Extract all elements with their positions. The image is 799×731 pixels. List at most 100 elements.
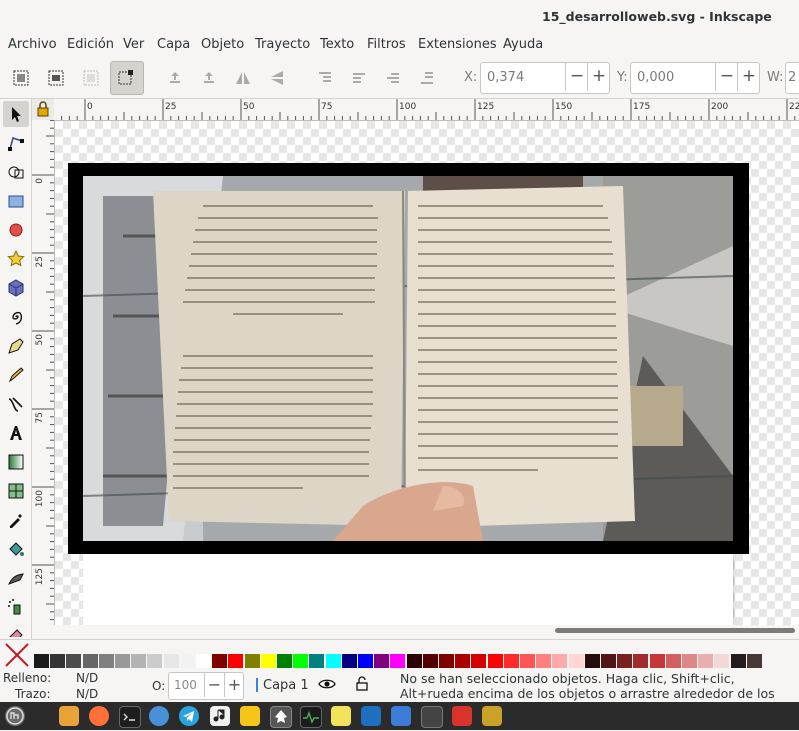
rectangle-tool[interactable] bbox=[3, 188, 29, 214]
x-input[interactable] bbox=[481, 63, 573, 91]
color-swatch[interactable] bbox=[406, 654, 422, 668]
color-swatch[interactable] bbox=[698, 654, 714, 668]
color-swatch[interactable] bbox=[131, 654, 147, 668]
vscode-icon[interactable] bbox=[361, 706, 381, 726]
color-swatch[interactable] bbox=[617, 654, 633, 668]
3d-box-tool[interactable] bbox=[3, 275, 29, 301]
opacity-increment-button[interactable]: + bbox=[224, 673, 244, 697]
color-swatch[interactable] bbox=[212, 654, 228, 668]
lower-to-bottom-button[interactable] bbox=[412, 63, 442, 93]
guide-lock-toggle[interactable] bbox=[32, 99, 54, 120]
raise-to-top-button[interactable] bbox=[310, 63, 340, 93]
screenshot-icon[interactable] bbox=[452, 706, 472, 726]
color-swatch[interactable] bbox=[601, 654, 616, 668]
x-increment-button[interactable]: + bbox=[587, 63, 610, 91]
color-swatch[interactable] bbox=[309, 654, 325, 668]
w-input[interactable] bbox=[786, 63, 799, 91]
lower-button[interactable] bbox=[378, 63, 408, 93]
menu-trayecto[interactable]: Trayecto bbox=[255, 37, 310, 52]
color-swatch[interactable] bbox=[487, 654, 503, 668]
app-icon[interactable] bbox=[482, 706, 502, 726]
select-all-layers-button[interactable] bbox=[41, 63, 71, 93]
color-swatch[interactable] bbox=[390, 654, 406, 668]
music-icon[interactable] bbox=[210, 706, 230, 726]
opacity-input[interactable] bbox=[169, 673, 209, 697]
color-swatch[interactable] bbox=[714, 654, 730, 668]
color-swatch[interactable] bbox=[98, 654, 114, 668]
calligraphy-tool[interactable] bbox=[3, 391, 29, 417]
color-swatch[interactable] bbox=[358, 654, 373, 668]
color-swatch[interactable] bbox=[471, 654, 487, 668]
color-swatch[interactable] bbox=[66, 654, 82, 668]
horizontal-scrollbar[interactable] bbox=[55, 625, 799, 637]
raise-button[interactable] bbox=[344, 63, 374, 93]
color-swatch[interactable] bbox=[568, 654, 584, 668]
fill-value[interactable]: N/D bbox=[76, 671, 98, 685]
select-all-button[interactable] bbox=[6, 63, 36, 93]
dropper-tool[interactable] bbox=[3, 507, 29, 533]
image-frame[interactable] bbox=[68, 163, 749, 554]
menu-extensiones[interactable]: Extensiones bbox=[418, 37, 497, 52]
flip-horizontal-button[interactable] bbox=[228, 63, 258, 93]
color-swatch[interactable] bbox=[520, 654, 535, 668]
touch-select-button[interactable] bbox=[110, 61, 144, 95]
color-swatch[interactable] bbox=[50, 654, 66, 668]
unlock-icon[interactable] bbox=[356, 676, 368, 691]
menu-icon[interactable] bbox=[5, 706, 25, 726]
color-swatch[interactable] bbox=[649, 654, 665, 668]
monitor-icon[interactable] bbox=[300, 706, 322, 728]
y-increment-button[interactable]: + bbox=[737, 63, 760, 91]
color-swatch[interactable] bbox=[325, 654, 341, 668]
color-swatch[interactable] bbox=[730, 654, 746, 668]
color-swatch[interactable] bbox=[746, 654, 762, 668]
files-icon[interactable] bbox=[59, 706, 79, 726]
node-tool[interactable] bbox=[3, 130, 29, 156]
eraser-tool[interactable] bbox=[3, 621, 29, 637]
deselect-button[interactable] bbox=[76, 63, 106, 93]
menu-filtros[interactable]: Filtros bbox=[367, 37, 406, 52]
camera-icon[interactable] bbox=[391, 706, 411, 726]
menu-texto[interactable]: Texto bbox=[320, 37, 354, 52]
y-input[interactable] bbox=[631, 63, 723, 91]
stroke-value[interactable]: N/D bbox=[76, 687, 98, 701]
rotate-ccw-button[interactable] bbox=[160, 63, 190, 93]
color-swatch[interactable] bbox=[439, 654, 454, 668]
firefox-icon[interactable] bbox=[89, 706, 109, 726]
terminal-icon[interactable] bbox=[119, 706, 141, 728]
text-tool[interactable] bbox=[3, 420, 29, 446]
color-swatch[interactable] bbox=[455, 654, 471, 668]
color-swatch[interactable] bbox=[34, 654, 49, 668]
shape-builder-tool[interactable] bbox=[3, 159, 29, 185]
color-swatch[interactable] bbox=[341, 654, 357, 668]
color-swatch[interactable] bbox=[196, 654, 211, 668]
opacity-decrement-button[interactable]: − bbox=[204, 673, 224, 697]
color-swatch[interactable] bbox=[293, 654, 309, 668]
notes-icon[interactable] bbox=[331, 706, 351, 726]
rotate-cw-button[interactable] bbox=[194, 63, 224, 93]
flip-vertical-button[interactable] bbox=[262, 63, 292, 93]
spray-tool[interactable] bbox=[3, 594, 29, 620]
browser-icon[interactable] bbox=[149, 706, 169, 726]
telegram-icon[interactable] bbox=[179, 706, 199, 726]
color-swatch[interactable] bbox=[422, 654, 438, 668]
color-swatch[interactable] bbox=[552, 654, 568, 668]
color-swatch[interactable] bbox=[374, 654, 390, 668]
menu-objeto[interactable]: Objeto bbox=[201, 37, 244, 52]
ellipse-tool[interactable] bbox=[3, 217, 29, 243]
color-swatch[interactable] bbox=[682, 654, 697, 668]
menu-archivo[interactable]: Archivo bbox=[8, 37, 57, 52]
calculator-icon[interactable] bbox=[421, 706, 443, 728]
color-swatch[interactable] bbox=[115, 654, 130, 668]
paint-bucket-tool[interactable] bbox=[3, 536, 29, 562]
tweak-tool[interactable] bbox=[3, 565, 29, 591]
color-swatch[interactable] bbox=[633, 654, 649, 668]
color-swatch[interactable] bbox=[277, 654, 292, 668]
selector-tool[interactable] bbox=[3, 101, 29, 127]
drawing-canvas[interactable] bbox=[55, 121, 799, 625]
color-swatch[interactable] bbox=[260, 654, 276, 668]
color-swatch[interactable] bbox=[665, 654, 681, 668]
color-swatch[interactable] bbox=[244, 654, 260, 668]
emoji-icon[interactable] bbox=[240, 706, 260, 726]
y-decrement-button[interactable]: − bbox=[715, 63, 738, 91]
eye-icon[interactable] bbox=[318, 677, 336, 691]
